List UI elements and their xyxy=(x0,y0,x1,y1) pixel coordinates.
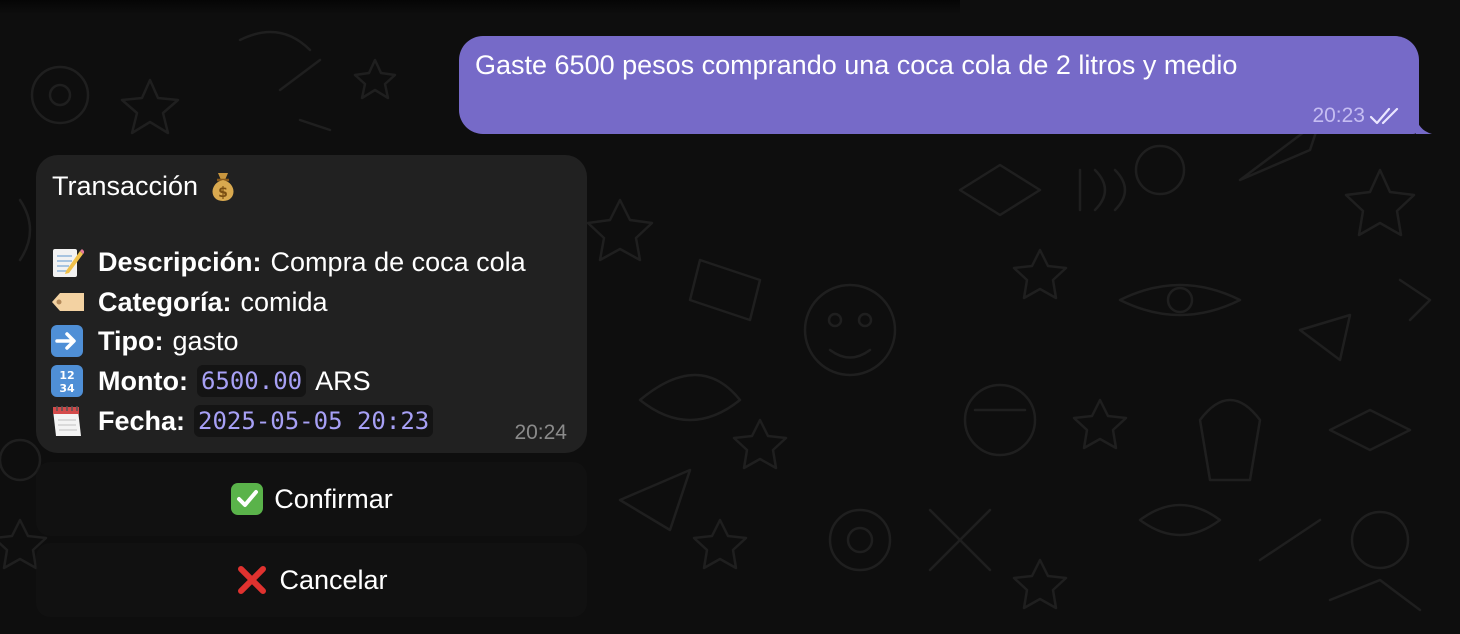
categoria-label: Categoría: xyxy=(98,286,232,317)
svg-text:12: 12 xyxy=(59,369,74,382)
right-arrow-icon xyxy=(50,324,84,358)
incoming-message-bubble[interactable]: Transacción $ Descripción: Compra de coc… xyxy=(36,155,587,453)
fecha-label: Fecha: xyxy=(98,405,186,436)
descripcion-label: Descripción: xyxy=(98,246,262,277)
outgoing-message-time: 20:23 xyxy=(1312,104,1365,127)
cancel-button[interactable]: Cancelar xyxy=(36,543,587,617)
monto-value[interactable]: 6500.00 xyxy=(196,365,307,397)
field-descripcion: Descripción: Compra de coca cola xyxy=(50,245,526,279)
cross-mark-icon xyxy=(235,563,269,597)
transaction-title: Transacción $ xyxy=(52,169,255,203)
field-tipo: Tipo: gasto xyxy=(50,324,239,358)
svg-text:$: $ xyxy=(218,185,228,201)
label-tag-icon xyxy=(50,285,84,319)
calendar-icon xyxy=(50,404,84,438)
descripcion-value: Compra de coca cola xyxy=(270,246,526,277)
fecha-value[interactable]: 2025-05-05 20:23 xyxy=(194,405,434,437)
confirm-button[interactable]: Confirmar xyxy=(36,462,587,536)
outgoing-message-text: Gaste 6500 pesos comprando una coca cola… xyxy=(475,50,1238,80)
tipo-label: Tipo: xyxy=(98,325,164,356)
input-numbers-icon: 12 34 xyxy=(50,364,84,398)
double-check-icon xyxy=(1369,106,1403,126)
svg-text:34: 34 xyxy=(59,382,75,395)
field-monto: 12 34 Monto: 6500.00 ARS xyxy=(50,364,371,398)
monto-currency: ARS xyxy=(315,365,371,396)
check-mark-icon xyxy=(230,482,264,516)
top-shadow xyxy=(0,0,960,14)
tipo-value: gasto xyxy=(172,325,239,356)
money-bag-icon: $ xyxy=(207,169,241,203)
transaction-title-text: Transacción xyxy=(52,170,199,201)
bubble-tail xyxy=(1416,116,1432,134)
outgoing-message-bubble[interactable]: Gaste 6500 pesos comprando una coca cola… xyxy=(459,36,1432,134)
categoria-value: comida xyxy=(240,286,328,317)
monto-label: Monto: xyxy=(98,365,188,396)
field-categoria: Categoría: comida xyxy=(50,285,328,319)
incoming-message-time: 20:24 xyxy=(514,421,567,444)
memo-icon xyxy=(50,245,84,279)
cancel-button-label: Cancelar xyxy=(279,564,388,595)
outgoing-message-meta: 20:23 xyxy=(1312,104,1403,128)
field-fecha: Fecha: 2025-05-05 20:23 xyxy=(50,404,434,438)
confirm-button-label: Confirmar xyxy=(274,483,393,514)
chat-view: Gaste 6500 pesos comprando una coca cola… xyxy=(0,0,1460,634)
